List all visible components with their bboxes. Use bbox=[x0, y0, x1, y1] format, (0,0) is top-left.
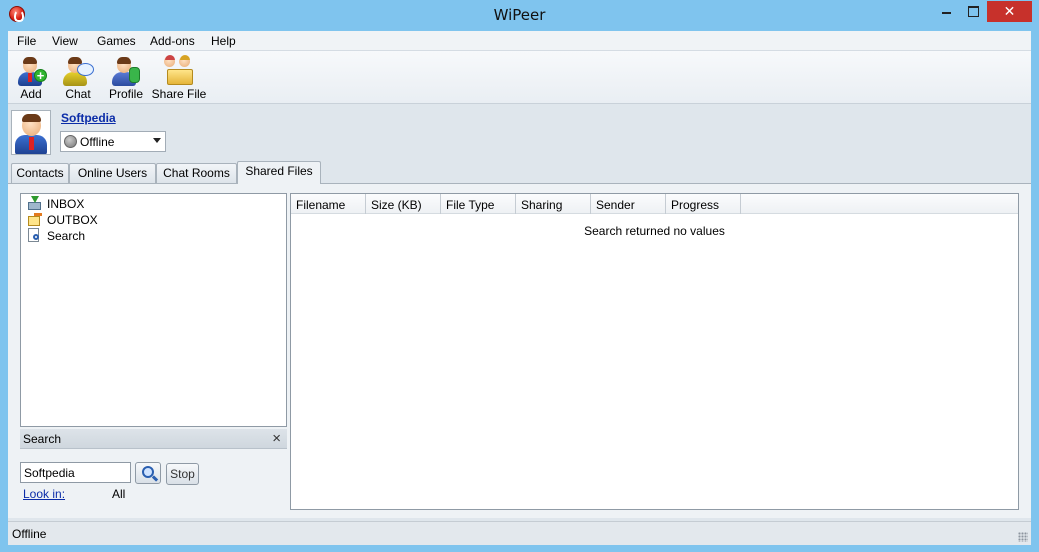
close-icon[interactable]: × bbox=[272, 430, 281, 447]
title-bar[interactable]: WiPeer ✕ bbox=[0, 0, 1039, 31]
col-file-type[interactable]: File Type bbox=[441, 194, 516, 214]
toolbar: + Add Chat Profile Share File bbox=[8, 51, 1031, 104]
empty-results-message: Search returned no values bbox=[584, 224, 725, 238]
share-file-button[interactable]: Share File bbox=[151, 53, 207, 101]
profile-icon bbox=[110, 55, 142, 87]
tab-strip: Contacts Online Users Chat Rooms Shared … bbox=[8, 161, 1031, 184]
search-pane-header: Search × bbox=[20, 429, 287, 449]
client-area: File View Games Add-ons Help + Add Chat … bbox=[8, 31, 1031, 545]
tree-label: INBOX bbox=[47, 197, 85, 211]
user-avatar[interactable] bbox=[11, 110, 51, 155]
col-sharing[interactable]: Sharing bbox=[516, 194, 591, 214]
status-dropdown[interactable]: Offline bbox=[60, 131, 166, 152]
menu-bar: File View Games Add-ons Help bbox=[8, 31, 1031, 51]
menu-file[interactable]: File bbox=[17, 34, 36, 48]
minimize-button[interactable] bbox=[933, 1, 959, 22]
chat-label: Chat bbox=[65, 87, 91, 101]
menu-view[interactable]: View bbox=[52, 34, 78, 48]
search-pane-title: Search bbox=[23, 432, 62, 446]
tab-chat-rooms[interactable]: Chat Rooms bbox=[156, 163, 237, 183]
chat-button[interactable]: Chat bbox=[59, 53, 97, 101]
search-doc-icon bbox=[27, 228, 42, 243]
resize-grip-icon[interactable] bbox=[1018, 532, 1028, 542]
menu-help[interactable]: Help bbox=[211, 34, 236, 48]
results-table[interactable]: Filename Size (KB) File Type Sharing Sen… bbox=[290, 193, 1019, 510]
username-link[interactable]: Softpedia bbox=[61, 111, 116, 125]
look-in-link[interactable]: Look in: bbox=[23, 487, 65, 501]
menu-add-ons[interactable]: Add-ons bbox=[150, 34, 195, 48]
status-bar-text: Offline bbox=[12, 527, 47, 541]
window-title: WiPeer bbox=[493, 6, 546, 24]
menu-games[interactable]: Games bbox=[97, 34, 136, 48]
profile-button[interactable]: Profile bbox=[106, 53, 146, 101]
col-sender[interactable]: Sender bbox=[591, 194, 666, 214]
stop-button[interactable]: Stop bbox=[166, 463, 199, 485]
tab-contacts[interactable]: Contacts bbox=[11, 163, 69, 183]
tree-label: Search bbox=[47, 229, 86, 243]
col-size[interactable]: Size (KB) bbox=[366, 194, 441, 214]
column-header-row: Filename Size (KB) File Type Sharing Sen… bbox=[291, 194, 1018, 214]
status-value: Offline bbox=[80, 135, 115, 149]
user-panel: Softpedia Offline bbox=[8, 105, 1031, 161]
col-filename[interactable]: Filename bbox=[291, 194, 366, 214]
chat-icon bbox=[62, 55, 94, 87]
share-file-label: Share File bbox=[151, 87, 207, 101]
tree-label: OUTBOX bbox=[47, 213, 98, 227]
maximize-button[interactable] bbox=[960, 1, 986, 22]
share-file-icon bbox=[163, 55, 195, 87]
profile-label: Profile bbox=[108, 87, 143, 101]
outbox-icon bbox=[27, 212, 42, 227]
app-window: WiPeer ✕ File View Games Add-ons Help + bbox=[0, 0, 1039, 552]
add-contact-icon: + bbox=[15, 55, 47, 87]
tab-shared-files[interactable]: Shared Files bbox=[237, 161, 321, 184]
search-input[interactable] bbox=[20, 462, 131, 483]
col-progress[interactable]: Progress bbox=[666, 194, 741, 214]
add-button[interactable]: + Add bbox=[12, 53, 50, 101]
search-button[interactable] bbox=[135, 462, 161, 484]
offline-status-icon bbox=[64, 135, 77, 148]
status-bar: Offline bbox=[8, 521, 1031, 545]
chevron-down-icon bbox=[153, 138, 161, 143]
inbox-icon bbox=[27, 196, 42, 211]
close-button[interactable]: ✕ bbox=[987, 1, 1032, 22]
folder-tree[interactable]: INBOX OUTBOX Search bbox=[20, 193, 287, 427]
add-label: Add bbox=[20, 87, 42, 101]
look-in-value: All bbox=[112, 487, 126, 501]
tab-online-users[interactable]: Online Users bbox=[69, 163, 156, 183]
shared-files-panel: INBOX OUTBOX Search Search × Softpedia S… bbox=[8, 183, 1031, 518]
